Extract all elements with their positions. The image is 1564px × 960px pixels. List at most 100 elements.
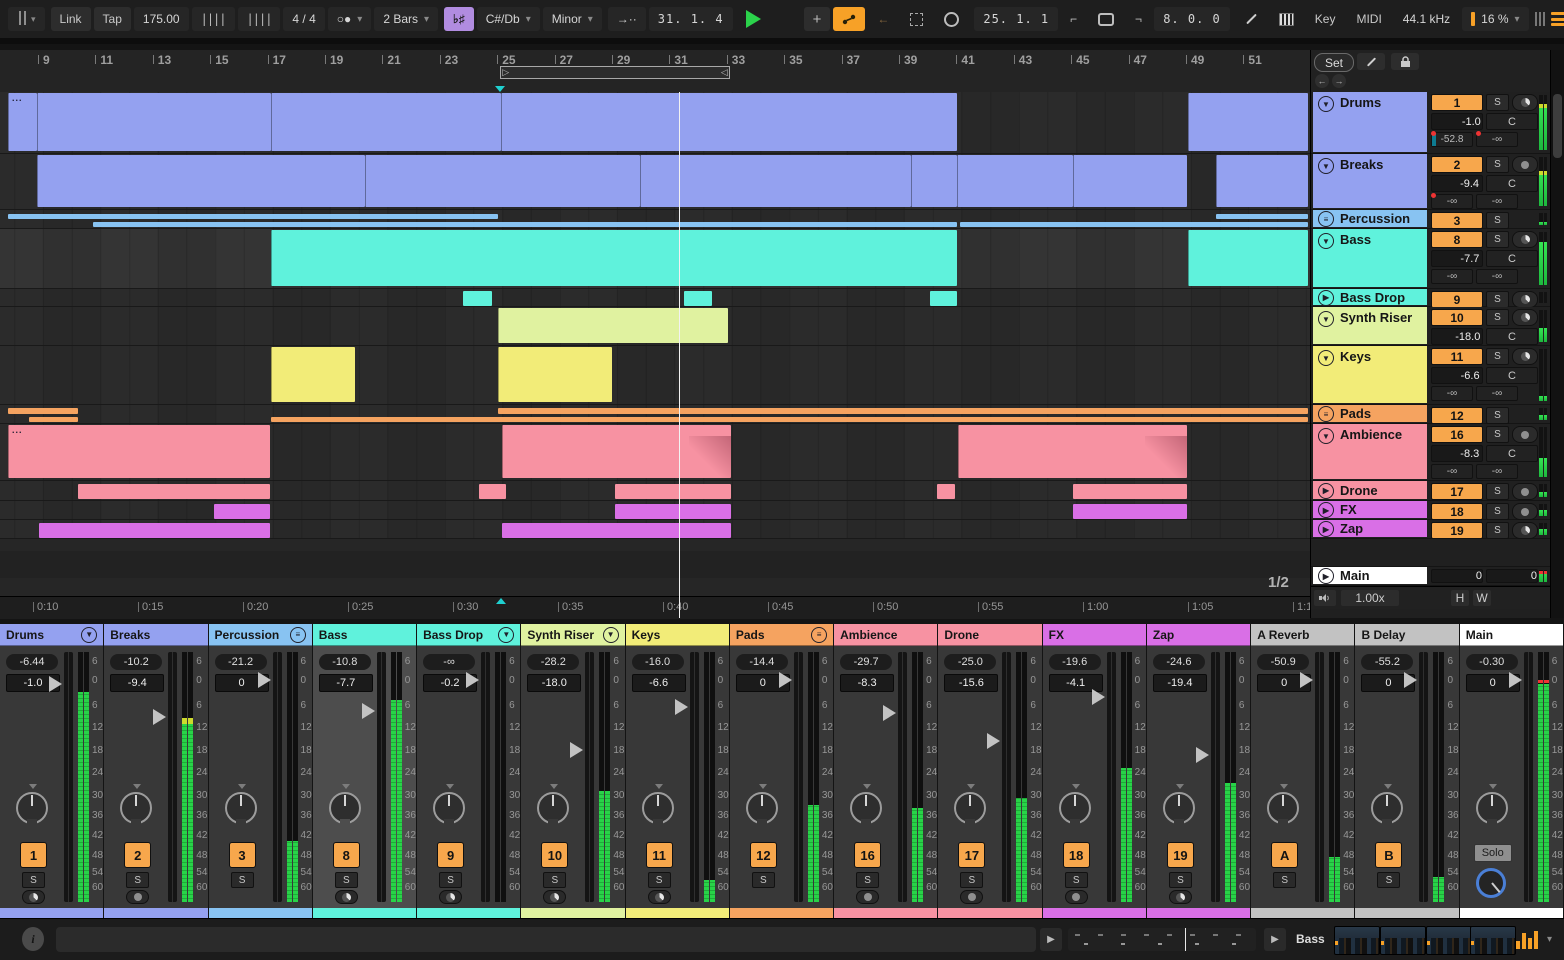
- mixer-strip-drone[interactable]: Drone -25.0 -15.6 6 0 6 12 18 24 30 36 42 48 54 60 17 S: [938, 624, 1043, 918]
- peak-level-display[interactable]: -21.2: [214, 654, 267, 670]
- volume-fader[interactable]: [570, 652, 595, 902]
- pan-display[interactable]: C: [1486, 367, 1538, 384]
- link-button[interactable]: Link: [50, 7, 91, 31]
- computer-midi-keyboard-button[interactable]: [1270, 7, 1303, 31]
- group-icon[interactable]: ≡: [1318, 211, 1334, 227]
- peak-level-display[interactable]: -10.8: [318, 654, 371, 670]
- monitor-button[interactable]: [1064, 890, 1088, 904]
- clip-bass-drop[interactable]: [463, 291, 492, 306]
- send-b-display[interactable]: -∞: [1476, 131, 1518, 147]
- unfold-icon[interactable]: ▼: [1318, 311, 1334, 327]
- clip-keys[interactable]: [271, 347, 355, 402]
- volume-fader[interactable]: [1300, 652, 1325, 902]
- monitor-button[interactable]: [960, 890, 984, 904]
- fader-handle[interactable]: [778, 671, 792, 688]
- clip-breaks[interactable]: [911, 155, 957, 207]
- play-button[interactable]: [745, 10, 761, 28]
- new-button[interactable]: +: [803, 7, 831, 31]
- track-row-bass-drop[interactable]: [0, 289, 1310, 307]
- clip-ambience[interactable]: [502, 425, 731, 478]
- pan-knob[interactable]: [850, 792, 883, 826]
- mixer-strip-pads[interactable]: Pads ≡ -14.4 0 6 0 6 12 18 24 30 36 42 48 54 60 12 S: [729, 624, 835, 918]
- volume-display[interactable]: -15.6: [944, 674, 999, 692]
- key-map-button[interactable]: Key: [1306, 7, 1345, 31]
- solo-button[interactable]: S: [1377, 872, 1401, 888]
- fader-handle[interactable]: [1195, 746, 1209, 763]
- mixer-strip-keys[interactable]: Keys -16.0 -6.6 6 0 6 12 18 24 30 36 42 48 54 60 11 S: [625, 624, 730, 918]
- re-enable-automation-button[interactable]: ←: [868, 7, 898, 31]
- track-name-breaks[interactable]: ▼ Breaks: [1313, 154, 1427, 208]
- track-number-button[interactable]: 3: [1431, 212, 1483, 229]
- track-header-percussion[interactable]: ≡ Percussion 3 S: [1311, 210, 1551, 229]
- tempo-display[interactable]: 175.00: [133, 7, 189, 31]
- volume-display[interactable]: -9.4: [110, 674, 165, 692]
- peak-level-display[interactable]: -∞: [423, 654, 476, 670]
- pan-display[interactable]: C: [1486, 328, 1538, 345]
- fader-handle[interactable]: [361, 702, 375, 719]
- peak-level-display[interactable]: -55.2: [1361, 654, 1414, 670]
- nudge-up-button[interactable]: ||||: [237, 7, 281, 31]
- mixer-strip-zap[interactable]: Zap -24.6 -19.4 6 0 6 12 18 24 30 36 42 48 54 60 19 S: [1146, 624, 1252, 918]
- send-b-display[interactable]: -∞: [1476, 464, 1518, 479]
- volume-fader[interactable]: [674, 652, 699, 902]
- clip-fx[interactable]: [214, 504, 270, 519]
- clip-drums[interactable]: [501, 93, 957, 151]
- clip-drone[interactable]: [615, 484, 731, 499]
- track-number-button[interactable]: 9: [1431, 291, 1483, 308]
- arm-button[interactable]: [1512, 94, 1538, 111]
- track-header-breaks[interactable]: ▼ Breaks 2 S -9.4 C -∞ -∞: [1311, 154, 1551, 210]
- mixer-header-breaks[interactable]: Breaks: [104, 624, 208, 646]
- volume-display[interactable]: -6.6: [631, 674, 686, 692]
- track-row-keys[interactable]: [0, 346, 1310, 405]
- pan-knob[interactable]: [641, 792, 674, 826]
- volume-fader[interactable]: [466, 652, 491, 902]
- monitor-button[interactable]: [647, 890, 671, 904]
- control-bar-chooser-icon[interactable]: ▾: [8, 7, 45, 31]
- fader-handle[interactable]: [987, 732, 1001, 749]
- send-b-display[interactable]: -∞: [1476, 194, 1518, 209]
- mixer-header-drums[interactable]: Drums ▼: [0, 624, 104, 646]
- draw-automation-button[interactable]: [1357, 53, 1385, 70]
- track-name-percussion[interactable]: ≡ Percussion: [1313, 210, 1427, 227]
- track-header-bass-drop[interactable]: ▶ Bass Drop 9 S: [1311, 289, 1551, 308]
- mixer-header-pads[interactable]: Pads ≡: [729, 624, 834, 646]
- volume-fader[interactable]: [883, 652, 908, 902]
- fold-icon[interactable]: ▶: [1318, 289, 1334, 306]
- solo-button[interactable]: S: [334, 872, 358, 888]
- volume-display[interactable]: -9.4: [1431, 175, 1483, 192]
- cpu-meter[interactable]: 16 %: [1462, 7, 1529, 31]
- clip-synth-riser[interactable]: [498, 308, 728, 343]
- pan-knob[interactable]: [1267, 792, 1300, 826]
- loop-brace[interactable]: ▷ ◁: [500, 66, 730, 79]
- track-number-button[interactable]: 9: [437, 842, 465, 868]
- track-row-zap[interactable]: [0, 520, 1310, 539]
- unfold-icon[interactable]: ▼: [1318, 428, 1334, 444]
- mixer-header-keys[interactable]: Keys: [625, 624, 729, 646]
- mixer-header-bass[interactable]: Bass: [312, 624, 417, 646]
- mixer-header-synth-riser[interactable]: Synth Riser ▼: [521, 624, 625, 646]
- solo-button[interactable]: S: [230, 872, 254, 888]
- clip-pads[interactable]: [271, 417, 1308, 422]
- track-number-button[interactable]: 16: [854, 842, 882, 868]
- clip-bass[interactable]: [1188, 230, 1308, 286]
- track-name-drone[interactable]: ▶ Drone: [1313, 481, 1427, 499]
- solo-button[interactable]: S: [1486, 503, 1509, 520]
- send-a-display[interactable]: -∞: [1431, 269, 1473, 284]
- peak-level-display[interactable]: -25.0: [944, 654, 997, 670]
- peak-level-display[interactable]: -0.30: [1465, 654, 1518, 670]
- track-header-pads[interactable]: ≡ Pads 12 S: [1311, 405, 1551, 424]
- root-note-chooser[interactable]: C#/Db: [476, 7, 540, 31]
- track-number-button[interactable]: 2: [124, 842, 152, 868]
- fader-handle[interactable]: [466, 672, 480, 689]
- set-locator-button[interactable]: Set: [1314, 53, 1354, 72]
- capture-midi-button[interactable]: [901, 7, 932, 31]
- fold-icon[interactable]: ▶: [1318, 482, 1334, 499]
- volume-display[interactable]: -19.4: [1152, 674, 1207, 692]
- unfold-icon[interactable]: ▼: [1318, 96, 1334, 112]
- monitor-button[interactable]: [439, 890, 463, 904]
- clip-drums[interactable]: [1188, 93, 1308, 151]
- menu-button[interactable]: [1550, 10, 1564, 29]
- volume-display[interactable]: -8.3: [1431, 445, 1483, 462]
- track-row-breaks[interactable]: [0, 154, 1310, 210]
- volume-display[interactable]: -6.6: [1431, 367, 1483, 384]
